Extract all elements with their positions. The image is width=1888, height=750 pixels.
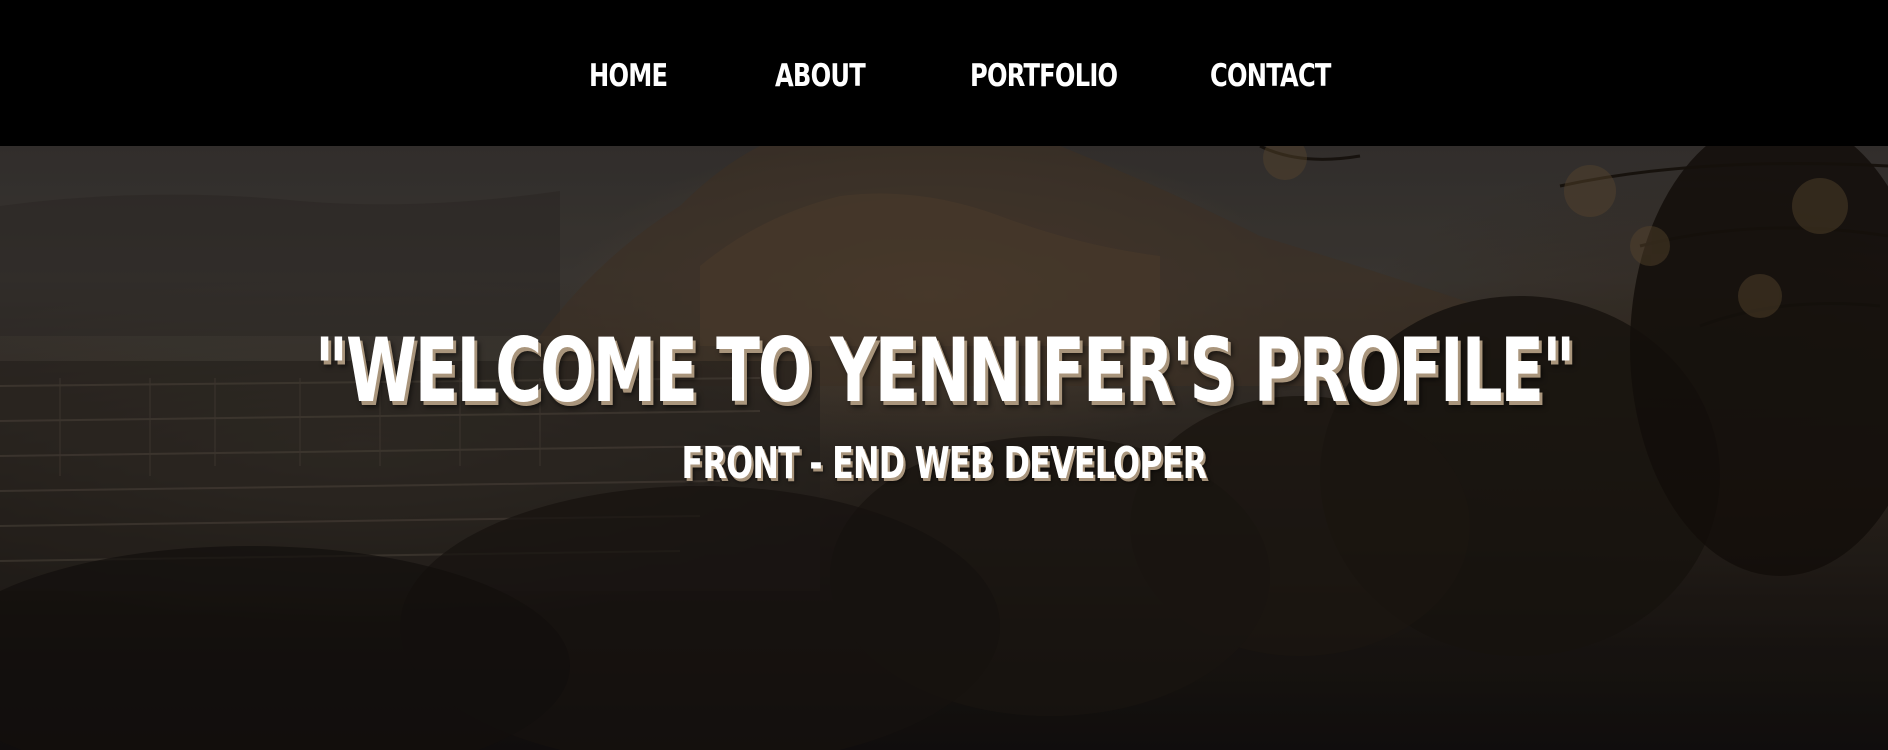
hero-title: "WELCOME TO YENNIFER'S PROFILE" xyxy=(314,319,1576,422)
top-navigation-bar: HOME ABOUT PORTFOLIO CONTACT xyxy=(0,0,1888,146)
hero-subtitle: FRONT - END WEB DEVELOPER xyxy=(681,438,1208,489)
page: HOME ABOUT PORTFOLIO CONTACT "WELCOME TO… xyxy=(0,0,1888,750)
nav-link-portfolio[interactable]: PORTFOLIO xyxy=(970,58,1118,94)
nav-link-contact[interactable]: CONTACT xyxy=(1210,58,1331,94)
nav-link-home[interactable]: HOME xyxy=(589,58,668,94)
nav-link-about[interactable]: ABOUT xyxy=(775,58,866,94)
hero-section: "WELCOME TO YENNIFER'S PROFILE" FRONT - … xyxy=(0,146,1888,750)
